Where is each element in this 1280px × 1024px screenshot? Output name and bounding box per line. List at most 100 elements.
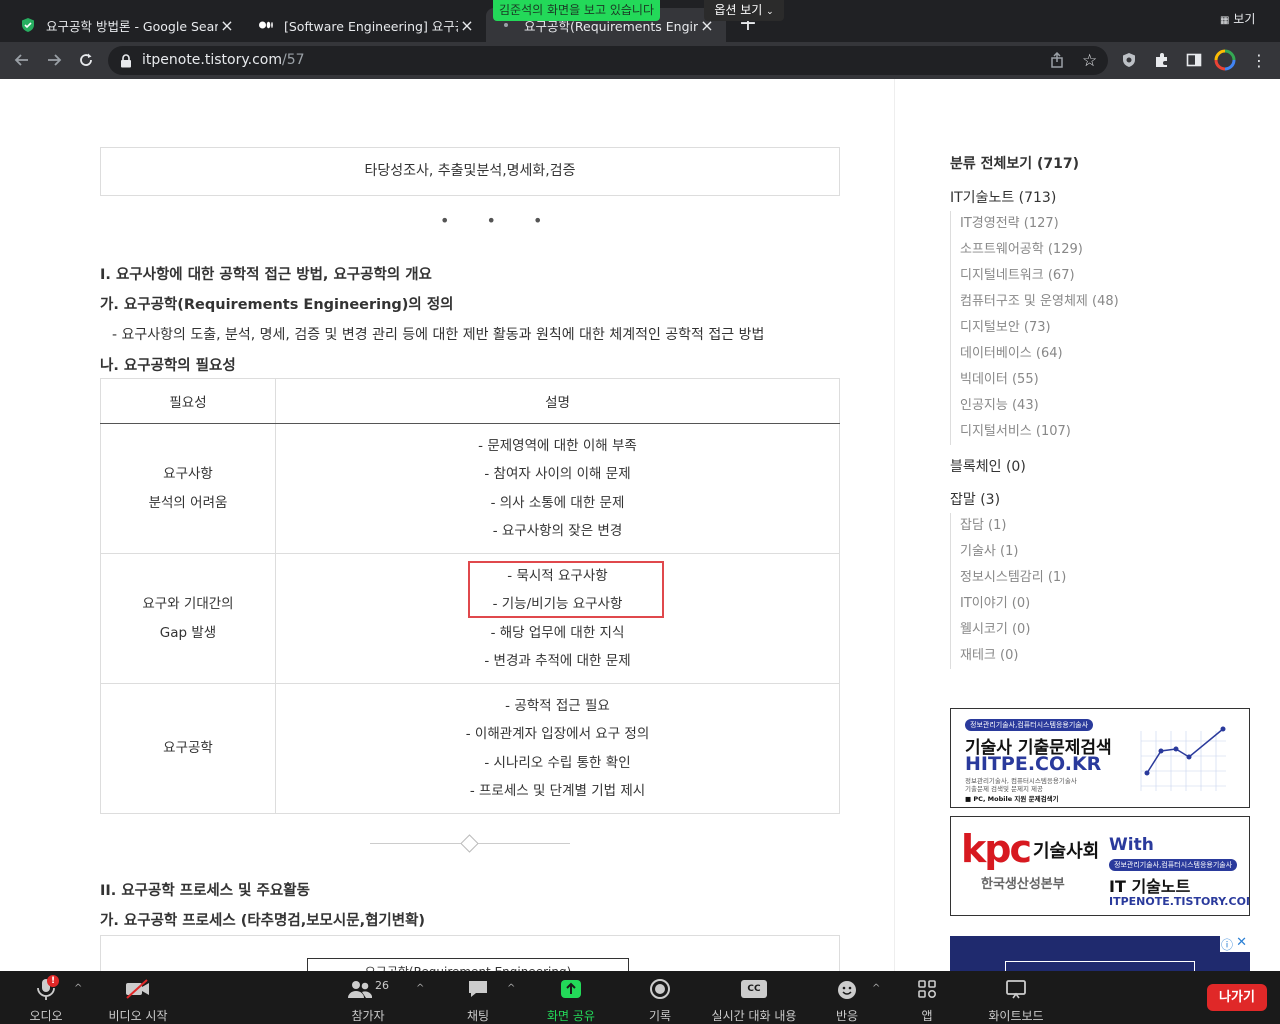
extension-shield-icon[interactable] [1117,48,1141,72]
table-cell-text: - 요구사항의 잦은 변경 [492,522,623,539]
chat-button[interactable]: 채팅 [452,977,504,1024]
ad-banner-hitpe[interactable]: 정보관리기술사,컴퓨터시스템응용기술사 기술사 기출문제검색 HITPE.CO.… [950,708,1250,808]
audio-button[interactable]: ! 오디오 [18,975,74,1024]
record-button[interactable]: 기록 [634,977,686,1024]
menu-kebab-icon[interactable]: ⋮ [1247,48,1271,72]
category-misc-list: 잡담 (1) 기술사 (1) 정보시스템감리 (1) IT이야기 (0) 웰시코… [950,513,1150,669]
category-item[interactable]: 디지털보안 (73) [951,315,1150,341]
table-row: 요구공학 - 공학적 접근 필요 - 이해관계자 입장에서 요구 정의 - 시나… [100,683,840,814]
category-item[interactable]: 인공지능 (43) [951,393,1150,419]
ad-desc: 기출문제 검색및 문제지 제공 [965,785,1043,793]
category-item[interactable]: IT이야기 (0) [951,591,1150,617]
whiteboard-button[interactable]: 화이트보드 [980,977,1052,1024]
summary-box: 타당성조사, 추출및분석,명세화,검증 [100,147,840,196]
category-item[interactable]: 데이터베이스 (64) [951,341,1150,367]
leave-meeting-button[interactable]: 나가기 [1207,984,1267,1011]
whiteboard-icon [980,977,1052,1001]
shield-icon [20,17,36,33]
closed-caption-icon: CC [706,977,802,1001]
table-cell-text: 요구사항 [163,466,213,483]
reactions-options-caret[interactable]: ^ [872,983,880,994]
audio-options-caret[interactable]: ^ [74,983,82,994]
screen-sharing-banner: 김준석의 화면을 보고 있습니다 [493,0,660,21]
table-cell-text: - 시나리오 수립 통한 확인 [484,754,631,771]
apps-button[interactable]: 앱 [904,977,950,1024]
share-screen-icon [540,977,602,1001]
tab-google-search[interactable]: 요구공학 방법론 - Google Search × [8,8,246,42]
back-arrow-icon [14,54,28,66]
definition-text: - 요구사항의 도출, 분석, 명세, 검증 및 변경 관리 등에 대한 제반 … [112,327,765,343]
ad-info-icon[interactable]: ⓘ [1221,936,1233,953]
category-item[interactable]: 소프트웨어공학 (129) [951,237,1150,263]
category-blockchain[interactable]: 블록체인 (0) [950,456,1026,476]
participants-button[interactable]: 26 참가자 [340,977,396,1024]
category-all[interactable]: 분류 전체보기 (717) [950,153,1079,173]
browser-toolbar: itpenote.tistory.com/57 ☆ ⋮ [0,42,1280,79]
video-off-icon [100,977,176,1001]
ad-tag: 정보관리기술사,컴퓨터시스템응용기술사 [1109,859,1238,871]
table-cell-text: - 이해관계자 입장에서 요구 정의 [465,726,650,743]
ad-banner-partial[interactable]: ⓘ ✕ [950,936,1250,971]
extensions-puzzle-icon[interactable] [1150,48,1174,72]
forward-arrow-icon [48,54,62,66]
participants-options-caret[interactable]: ^ [416,983,424,994]
reload-button[interactable] [74,48,98,72]
forward-button[interactable] [42,48,66,72]
category-item[interactable]: 디지털서비스 (107) [951,419,1150,445]
chevron-down-icon: ⌄ [766,7,774,17]
address-bar[interactable]: itpenote.tistory.com/57 ☆ [108,46,1108,75]
table-header-desc: 설명 [275,378,840,424]
tab-software-engineering[interactable]: [Software Engineering] 요구공학 × [246,8,486,42]
ad-org: 기술사회 [1033,841,1100,862]
highlight-annotation-box [468,561,664,618]
category-misc[interactable]: 잡말 (3) [950,489,1000,509]
reactions-button[interactable]: 반응 [822,977,872,1024]
line-graph-icon [1140,726,1226,791]
ad-url: ITPENOTE.TISTORY.COM [1109,895,1250,908]
side-panel-icon[interactable] [1182,48,1206,72]
share-icon[interactable] [1050,51,1064,72]
table-cell-text: - 문제영역에 대한 이해 부족 [478,437,637,454]
close-icon[interactable]: × [218,16,236,35]
chat-options-caret[interactable]: ^ [507,983,515,994]
table-cell-text: Gap 발생 [159,624,217,641]
category-it-notes[interactable]: IT기술노트 (713) [950,187,1056,207]
web-page: 타당성조사, 추출및분석,명세화,검증 • • • I. 요구사항에 대한 공학… [0,79,1280,971]
ad-close-icon[interactable]: ✕ [1236,936,1247,950]
table-cell-text: - 공학적 접근 필요 [505,697,610,714]
view-options-button[interactable]: 옵션 보기 ⌄ [704,0,784,21]
medium-icon [258,17,274,33]
zoom-control-bar: ! 오디오 ^ 비디오 시작 26 참가자 ^ 채팅 ^ 화면 공유 기록 CC… [0,971,1280,1024]
diagram-title: 요구공학(Requirement Engineering) [307,958,629,971]
share-screen-button[interactable]: 화면 공유 [540,977,602,1024]
profile-avatar-icon[interactable] [1213,48,1237,72]
ad-banner-kpc[interactable]: kpc 기술사회 한국생산성본부 With 정보관리기술사,컴퓨터시스템응용기술… [950,816,1250,916]
table-cell-text: - 해당 업무에 대한 지식 [490,624,625,641]
ad-with: With [1109,835,1154,855]
ad-tag: 정보관리기술사,컴퓨터시스템응용기술사 [965,719,1094,731]
table-cell-text: 요구공학 [163,740,213,757]
record-icon [634,977,686,1001]
category-item[interactable]: 웰시코기 (0) [951,617,1150,643]
category-item[interactable]: 빅데이터 (55) [951,367,1150,393]
category-item[interactable]: 컴퓨터구조 및 운영체제 (48) [951,289,1150,315]
emoji-smile-icon [822,977,872,1001]
microphone-icon: ! [18,975,74,1001]
category-item[interactable]: 정보시스템감리 (1) [951,565,1150,591]
category-item[interactable]: 디지털네트워크 (67) [951,263,1150,289]
category-item[interactable]: 잡담 (1) [951,513,1150,539]
separator-dots: • • • [440,211,559,230]
bookmark-star-icon[interactable]: ☆ [1082,51,1097,71]
close-icon[interactable]: × [458,16,476,35]
live-transcript-button[interactable]: CC 실시간 대화 내용 [706,977,802,1024]
category-item[interactable]: 기술사 (1) [951,539,1150,565]
category-item[interactable]: IT경영전략 (127) [951,211,1150,237]
sidebar-divider [894,79,895,971]
chat-icon [452,977,504,1001]
category-item[interactable]: 재테크 (0) [951,643,1150,669]
participants-icon: 26 [340,977,396,1001]
back-button[interactable] [10,48,34,72]
start-video-button[interactable]: 비디오 시작 [100,977,176,1024]
table-cell-text: - 의사 소통에 대한 문제 [490,494,625,511]
view-button[interactable]: ▦ 보기 [1220,8,1270,30]
